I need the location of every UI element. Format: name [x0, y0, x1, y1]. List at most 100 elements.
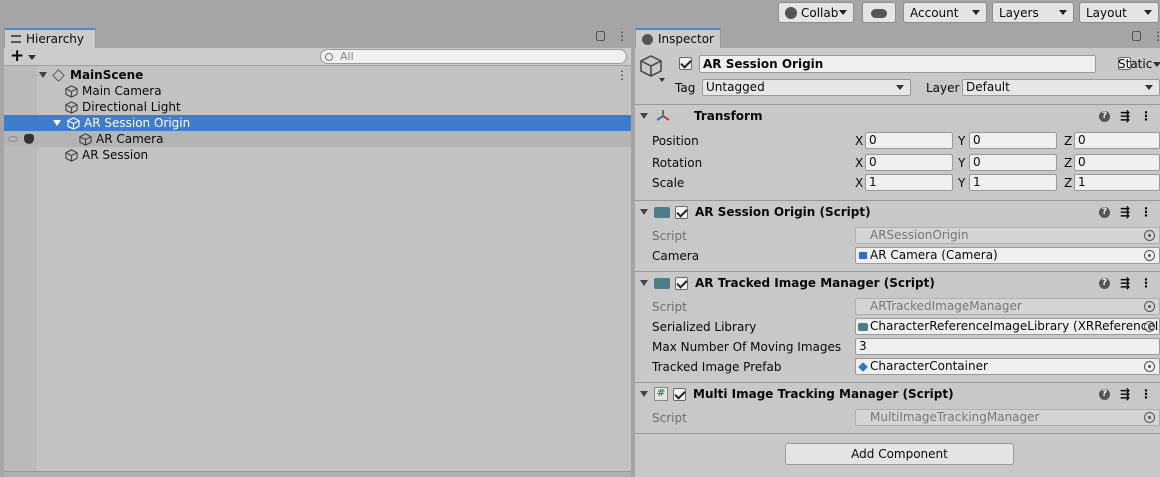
gameobject-cube-icon [65, 84, 78, 98]
gameobject-cube-icon [65, 148, 78, 162]
scale-y-field[interactable]: 1 [969, 174, 1057, 191]
help-icon[interactable]: ? [1098, 388, 1110, 400]
script-field: MultiImageTrackingManager [855, 409, 1160, 426]
horizontal-scrollbar[interactable] [4, 471, 631, 477]
collab-button[interactable]: Collab [778, 2, 854, 23]
lock-icon[interactable] [596, 31, 605, 41]
tag-dropdown[interactable]: Untagged [702, 79, 911, 96]
pickable-hand-icon[interactable] [24, 134, 34, 144]
script-icon [654, 277, 670, 289]
rotation-y-field[interactable]: 0 [969, 154, 1057, 171]
rotation-x-field[interactable]: 0 [865, 154, 953, 171]
multi-image-tracking-header[interactable]: # Multi Image Tracking Manager (Script) … [635, 383, 1160, 405]
script-value: MultiImageTrackingManager [870, 410, 1040, 424]
component-menu-icon[interactable]: ⋮ [1140, 205, 1152, 219]
foldout-arrow-icon[interactable] [640, 209, 648, 215]
object-picker-icon[interactable] [1144, 230, 1155, 241]
preset-icon[interactable]: ⇶ [1120, 205, 1130, 219]
account-dropdown[interactable]: Account [903, 2, 987, 23]
scene-row[interactable]: MainScene ⋮ [4, 67, 631, 83]
component-enabled-checkbox[interactable] [675, 276, 688, 290]
camera-value: AR Camera (Camera) [870, 248, 998, 262]
max-moving-images-field[interactable]: 3 [855, 338, 1160, 355]
preset-icon[interactable]: ⇶ [1120, 276, 1130, 290]
object-picker-icon[interactable] [1144, 412, 1155, 423]
hierarchy-item[interactable]: AR Camera [4, 131, 631, 147]
preset-icon[interactable]: ⇶ [1120, 109, 1130, 123]
hierarchy-item[interactable]: Main Camera [4, 83, 631, 99]
position-z-field[interactable]: 0 [1074, 132, 1160, 149]
component-enabled-checkbox[interactable] [673, 387, 686, 401]
scale-x-field[interactable]: 1 [865, 174, 953, 191]
add-icon[interactable]: + [10, 46, 24, 66]
hierarchy-panel: + All MainScene ⋮ Main Camera Directiona… [4, 46, 631, 477]
tab-hierarchy[interactable]: Hierarchy [4, 28, 96, 48]
object-picker-icon[interactable] [1144, 250, 1155, 261]
object-picker-icon[interactable] [1144, 361, 1155, 372]
account-label: Account [910, 5, 959, 20]
component-menu-icon[interactable]: ⋮ [1140, 387, 1152, 401]
chevron-down-icon[interactable] [28, 55, 36, 60]
ar-tracked-image-manager-header[interactable]: AR Tracked Image Manager (Script) ? ⇶ ⋮ [635, 272, 1160, 294]
component-enabled-checkbox[interactable] [675, 205, 688, 219]
transform-header[interactable]: Transform ? ⇶ ⋮ [635, 105, 1160, 127]
layer-dropdown[interactable]: Default [962, 79, 1160, 96]
axis-x-label: X [855, 176, 864, 190]
help-icon[interactable]: ? [1098, 277, 1110, 289]
expand-arrow-icon[interactable] [39, 72, 47, 78]
tracked-image-prefab-field[interactable]: CharacterContainer [855, 358, 1160, 375]
hierarchy-item[interactable]: Directional Light [4, 99, 631, 115]
script-field: ARTrackedImageManager [855, 298, 1160, 315]
camera-icon [859, 252, 867, 259]
add-component-label: Add Component [851, 447, 948, 461]
serialized-library-label: Serialized Library [652, 320, 757, 334]
position-y-field[interactable]: 0 [969, 132, 1057, 149]
cloud-button[interactable] [862, 2, 896, 23]
component-menu-icon[interactable]: ⋮ [1140, 276, 1152, 290]
serialized-library-field[interactable]: CharacterReferenceImageLibrary (XRRefere… [855, 318, 1160, 335]
hierarchy-item-selected[interactable]: AR Session Origin [4, 115, 631, 131]
preset-icon[interactable]: ⇶ [1120, 387, 1130, 401]
lock-icon[interactable] [1132, 31, 1141, 41]
gameobject-cube-icon [65, 100, 78, 114]
help-icon[interactable]: ? [1098, 206, 1110, 218]
rotation-z-field[interactable]: 0 [1074, 154, 1160, 171]
layers-dropdown[interactable]: Layers [992, 2, 1074, 23]
scene-menu-icon[interactable]: ⋮ [616, 69, 628, 81]
ar-session-origin-title: AR Session Origin (Script) [695, 205, 871, 219]
panel-menu-icon[interactable]: ⋮ [1152, 30, 1160, 42]
camera-label: Camera [652, 249, 700, 263]
hierarchy-item-label: AR Session [82, 148, 149, 162]
visibility-eye-icon[interactable] [8, 136, 18, 142]
foldout-arrow-icon[interactable] [640, 391, 648, 397]
foldout-arrow-icon[interactable] [640, 113, 648, 119]
foldout-arrow-icon[interactable] [640, 280, 648, 286]
hierarchy-item[interactable]: AR Session [4, 147, 631, 163]
main-toolbar: Collab Account Layers Layout [0, 0, 1160, 27]
tracked-image-prefab-label: Tracked Image Prefab [652, 360, 782, 374]
layout-dropdown[interactable]: Layout [1079, 2, 1159, 23]
search-input[interactable]: All [320, 49, 627, 64]
layer-value: Default [966, 80, 1010, 94]
object-name-input[interactable]: AR Session Origin [699, 55, 1096, 73]
expand-arrow-icon[interactable] [53, 120, 61, 126]
tab-inspector[interactable]: Inspector [635, 28, 721, 48]
object-picker-icon[interactable] [1144, 321, 1155, 332]
position-x-field[interactable]: 0 [865, 132, 953, 149]
static-dropdown-arrow[interactable] [1153, 62, 1160, 67]
scale-z-field[interactable]: 1 [1074, 174, 1160, 191]
help-icon[interactable]: ? [1098, 110, 1110, 122]
icon-dropdown-arrow[interactable] [659, 78, 665, 82]
active-checkbox[interactable] [679, 57, 692, 70]
script-value: ARSessionOrigin [870, 228, 969, 242]
component-menu-icon[interactable]: ⋮ [1140, 109, 1152, 123]
prefab-icon [858, 362, 868, 372]
ar-session-origin-header[interactable]: AR Session Origin (Script) ? ⇶ ⋮ [635, 201, 1160, 223]
object-picker-icon[interactable] [1144, 301, 1155, 312]
axis-z-label: Z [1064, 176, 1073, 190]
camera-field[interactable]: AR Camera (Camera) [855, 247, 1160, 264]
add-component-button[interactable]: Add Component [785, 443, 1014, 465]
list-icon [11, 35, 21, 43]
ar-tracked-image-manager-title: AR Tracked Image Manager (Script) [695, 276, 935, 290]
panel-menu-icon[interactable]: ⋮ [616, 30, 628, 42]
